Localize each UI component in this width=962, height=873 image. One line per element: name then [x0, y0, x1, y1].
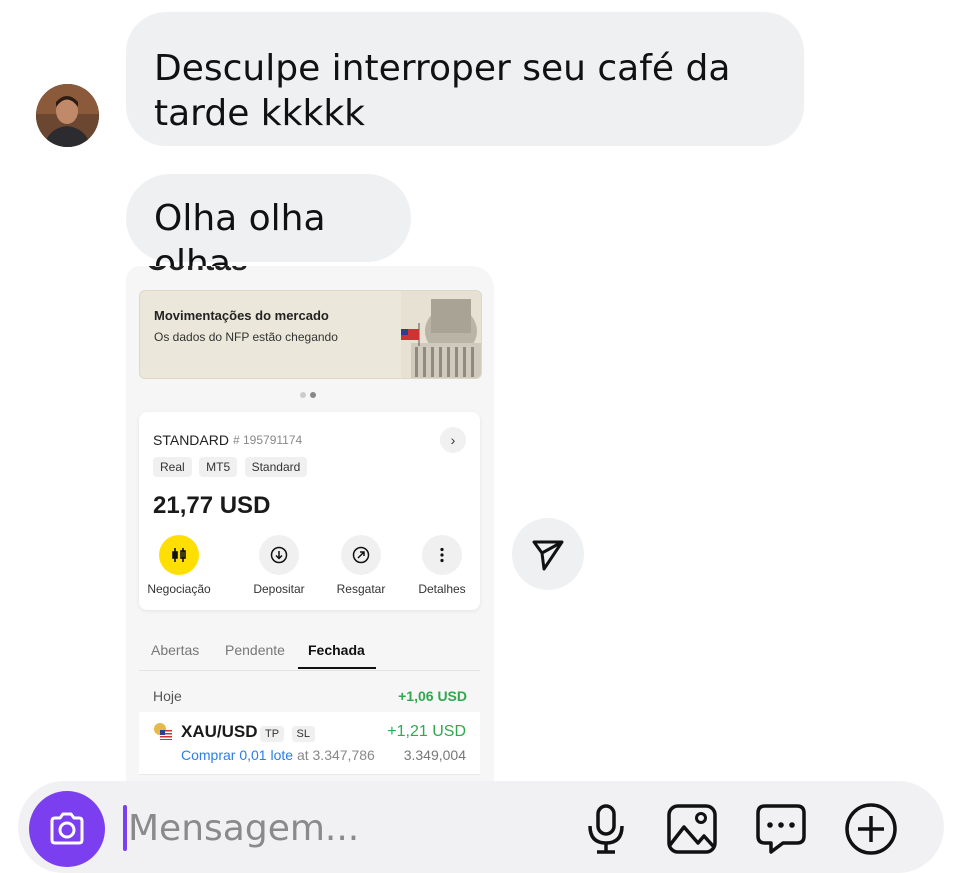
- message-text: Desculpe interroper seu café da tarde kk…: [154, 48, 731, 134]
- today-profit: +1,06 USD: [398, 688, 467, 704]
- take-profit-badge: TP: [260, 726, 285, 742]
- action-label: Resgatar: [336, 582, 386, 596]
- sticker-chat-icon: [756, 804, 806, 854]
- action-label: Negociação: [147, 582, 211, 596]
- camera-button[interactable]: [29, 791, 105, 867]
- trade-row: XAU/USD TP SL +1,21 USD Comprar 0,01 lot…: [139, 712, 480, 775]
- action-label: Depositar: [253, 582, 305, 596]
- camera-icon: [50, 812, 84, 845]
- tab-pending: Pendente: [225, 642, 285, 658]
- account-tag: Real: [153, 457, 192, 477]
- message-composer: [18, 781, 944, 873]
- order-price: at 3.347,786: [296, 747, 375, 763]
- trade-current-price: 3.349,004: [403, 747, 466, 763]
- plus-circle-icon: [845, 803, 897, 855]
- action-label: Detalhes: [418, 582, 466, 596]
- account-tags: Real MT5 Standard: [153, 457, 310, 477]
- today-label: Hoje: [153, 688, 182, 704]
- withdraw-icon: [341, 535, 381, 575]
- message-input[interactable]: [126, 805, 548, 851]
- gallery-button[interactable]: [664, 801, 720, 857]
- action-trade: Negociação: [139, 535, 219, 596]
- action-details: Detalhes: [402, 535, 482, 596]
- send-icon: [532, 540, 564, 571]
- sticker-button[interactable]: [753, 801, 809, 857]
- message-bubble[interactable]: Olha olha olha: [126, 174, 411, 284]
- carousel-dots: [300, 385, 320, 403]
- candlestick-icon: [159, 535, 199, 575]
- microphone-button[interactable]: [578, 801, 634, 857]
- screenshot-cut-title: Contas: [146, 266, 248, 278]
- microphone-icon: [588, 804, 624, 854]
- trade-order: Comprar 0,01 lote at 3.347,786: [181, 747, 375, 763]
- market-banner: Movimentações do mercado Os dados do NFP…: [139, 290, 482, 379]
- action-deposit: Depositar: [239, 535, 319, 596]
- share-button[interactable]: [512, 518, 584, 590]
- account-tag: MT5: [199, 457, 238, 477]
- shared-screenshot[interactable]: Contas Movimentações do mercado Os dados…: [126, 266, 494, 786]
- banner-title: Movimentações do mercado: [154, 308, 329, 323]
- trade-badges: TP SL: [260, 724, 318, 742]
- message-bubble[interactable]: Desculpe interroper seu café da tarde kk…: [126, 12, 804, 146]
- account-type: STANDARD: [153, 432, 229, 448]
- more-vertical-icon: [422, 535, 462, 575]
- stop-loss-badge: SL: [291, 726, 315, 742]
- gold-usd-flag-icon: [154, 723, 172, 740]
- sender-avatar[interactable]: [36, 84, 99, 147]
- gallery-icon: [667, 804, 717, 854]
- trade-pnl: +1,21 USD: [387, 723, 466, 740]
- account-card: STANDARD # 195791174 › Real MT5 Standard…: [139, 412, 480, 610]
- download-icon: [259, 535, 299, 575]
- account-number: # 195791174: [233, 433, 303, 447]
- trade-symbol: XAU/USD: [181, 722, 258, 741]
- capitol-illustration: [401, 291, 481, 378]
- tab-closed: Fechada: [308, 642, 365, 658]
- banner-subtitle: Os dados do NFP estão chegando: [154, 330, 338, 344]
- tab-open: Abertas: [151, 642, 200, 658]
- action-withdraw: Resgatar: [321, 535, 401, 596]
- active-tab-indicator: [298, 667, 376, 669]
- more-options-button[interactable]: [843, 801, 899, 857]
- order-action: Comprar 0,01 lote: [181, 747, 294, 763]
- account-balance: 21,77 USD: [153, 492, 271, 519]
- account-tag: Standard: [244, 457, 308, 477]
- position-tabs: Abertas Pendente Fechada: [139, 642, 480, 671]
- chevron-right-icon: ›: [440, 427, 466, 453]
